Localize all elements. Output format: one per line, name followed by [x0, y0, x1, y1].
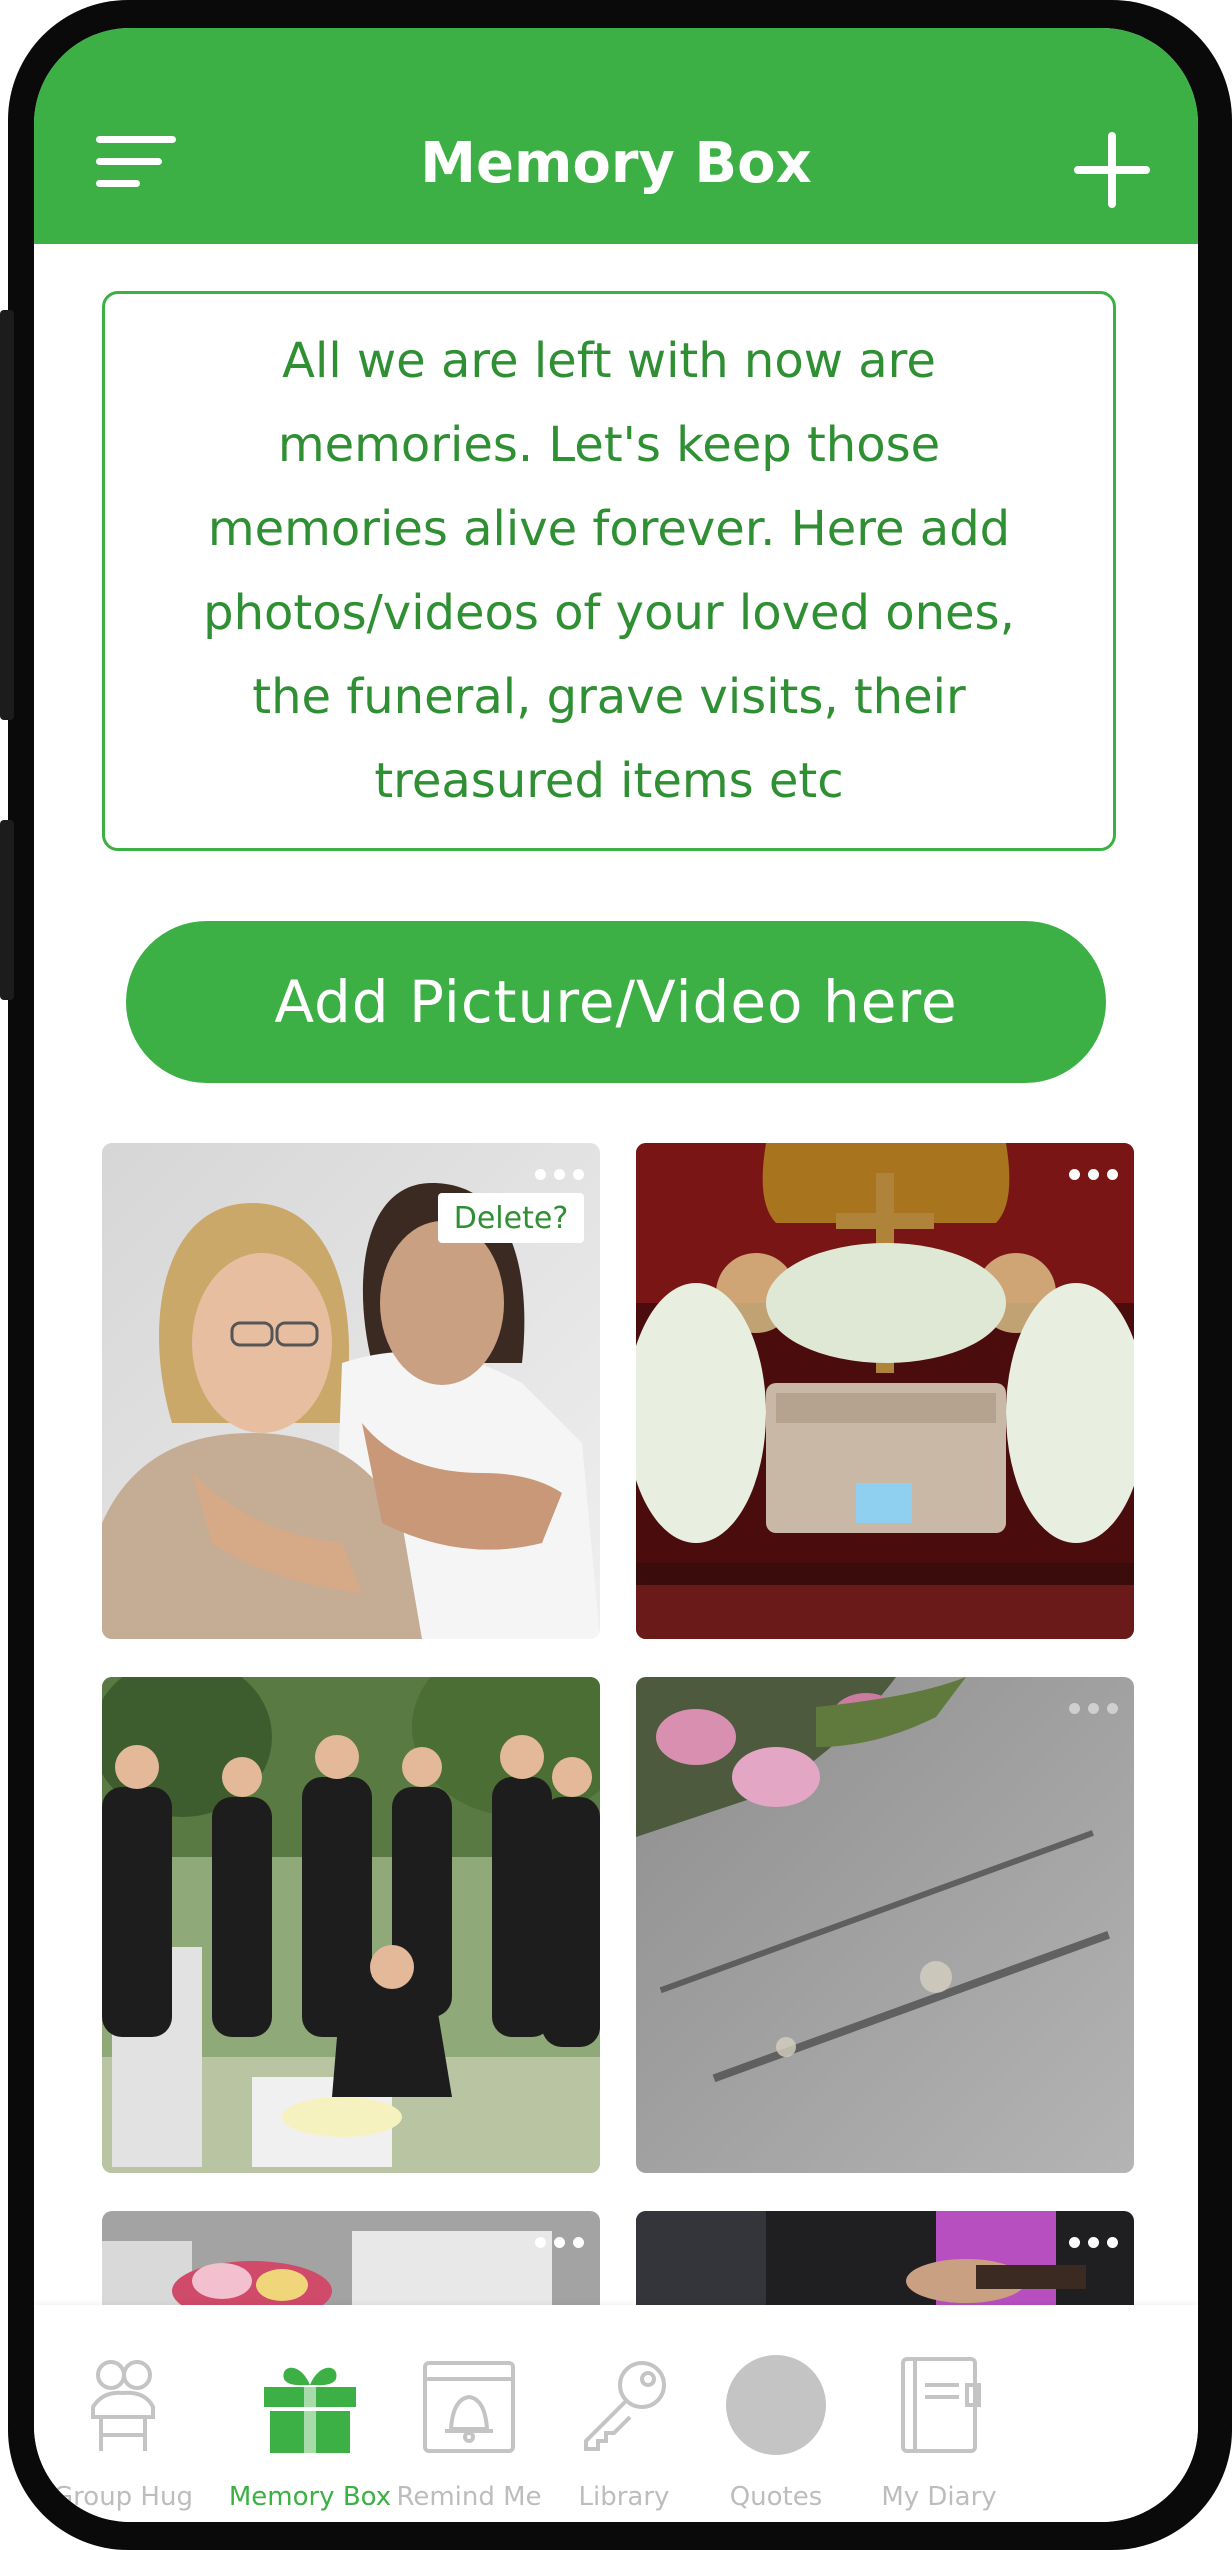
memory-photo-grave-visit[interactable]: [102, 1677, 600, 2173]
photo-image: [636, 2211, 1134, 2305]
phone-side-button: [0, 820, 14, 1000]
page-title: Memory Box: [420, 131, 812, 196]
more-options-icon[interactable]: [535, 2237, 584, 2248]
nav-label: My Diary: [881, 2482, 997, 2512]
nav-item-quotes[interactable]: Quotes: [681, 2305, 871, 2522]
more-options-icon[interactable]: [1069, 1169, 1118, 1180]
memory-photo-engraved-stone[interactable]: [636, 1677, 1134, 2173]
nav-label: Quotes: [729, 2482, 823, 2512]
memory-photo-portrait[interactable]: Delete?: [102, 1143, 600, 1639]
gift-box-icon: [264, 2367, 356, 2453]
quotes-circle-icon: [726, 2355, 826, 2455]
phone-side-button: [0, 310, 14, 720]
memory-photo-funeral-altar[interactable]: [636, 1143, 1134, 1639]
more-options-icon[interactable]: [1069, 2237, 1118, 2248]
intro-message: All we are left with now are memories. L…: [203, 333, 1015, 809]
group-hug-icon: [91, 2360, 155, 2451]
more-options-icon[interactable]: [1069, 1703, 1118, 1714]
app-screen: Memory Box All we are left with now are …: [34, 28, 1198, 2522]
intro-message-box: All we are left with now are memories. L…: [102, 291, 1116, 851]
delete-button[interactable]: Delete?: [438, 1193, 584, 1243]
nav-item-my-diary[interactable]: My Diary: [844, 2305, 1034, 2522]
more-options-icon[interactable]: [535, 1169, 584, 1180]
plus-icon[interactable]: [1074, 132, 1150, 208]
photo-image: [102, 2211, 600, 2305]
diary-icon: [901, 2357, 981, 2453]
photo-image: [636, 1677, 1134, 2173]
add-picture-video-button[interactable]: Add Picture/Video here: [126, 921, 1106, 1083]
calendar-bell-icon: [423, 2361, 515, 2453]
photo-image: [636, 1143, 1134, 1639]
photo-image: [102, 1677, 600, 2173]
memory-photo-holy-book[interactable]: [636, 2211, 1134, 2305]
app-header: Memory Box: [34, 28, 1198, 244]
bottom-navigation: Group Hug Memory Box Remind Me Library Q…: [34, 2305, 1198, 2522]
nav-item-group-hug[interactable]: Group Hug: [34, 2305, 218, 2522]
key-icon: [584, 2361, 666, 2451]
nav-label: Group Hug: [53, 2482, 193, 2512]
memory-photo-cemetery-flowers[interactable]: [102, 2211, 600, 2305]
